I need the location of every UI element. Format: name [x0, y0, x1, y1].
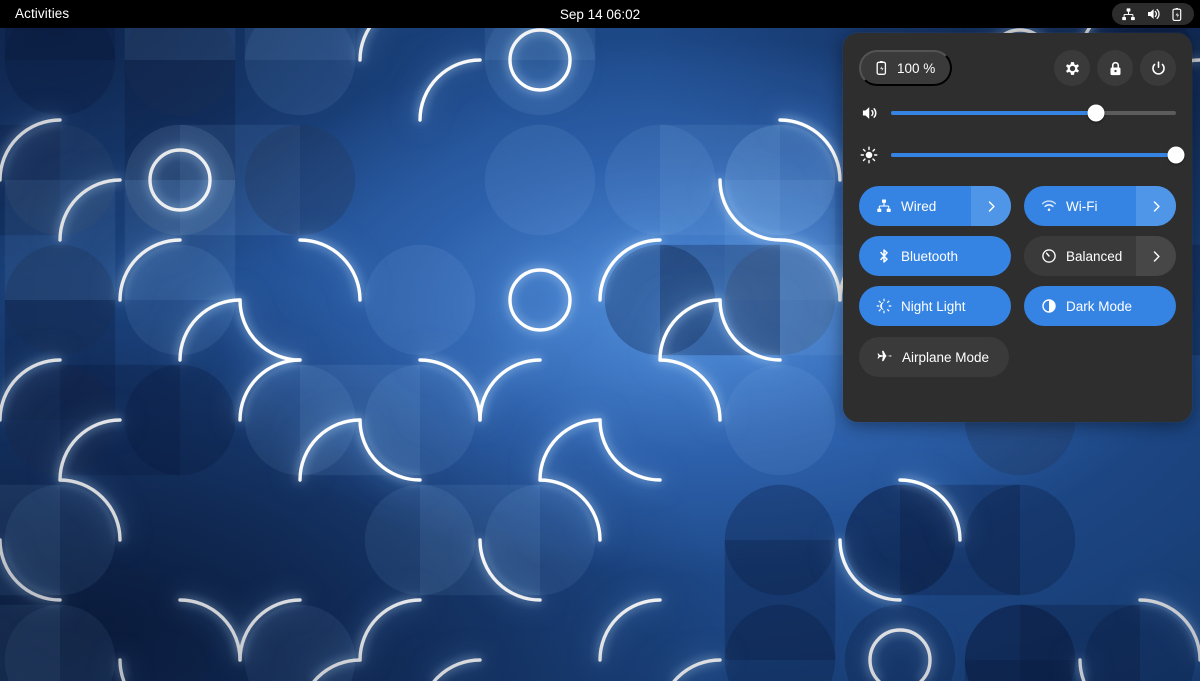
- volume-icon: [859, 104, 879, 122]
- volume-slider-handle[interactable]: [1087, 104, 1105, 122]
- tile-airplane-mode-label: Airplane Mode: [902, 349, 990, 365]
- quick-settings-actions: [1054, 50, 1176, 86]
- tile-power-mode-expand-button[interactable]: [1136, 236, 1176, 276]
- tile-power-mode[interactable]: Balanced: [1024, 236, 1176, 276]
- chevron-right-icon: [985, 200, 998, 213]
- tile-bluetooth-main[interactable]: Bluetooth: [859, 236, 1011, 276]
- tile-wifi-main[interactable]: Wi-Fi: [1024, 186, 1136, 226]
- battery-percentage-button[interactable]: 100 %: [859, 50, 953, 86]
- volume-icon: [1145, 6, 1161, 22]
- wifi-icon: [1041, 198, 1057, 214]
- brightness-slider-fill: [891, 153, 1176, 157]
- lock-icon: [1107, 60, 1124, 77]
- tile-wired-label: Wired: [901, 198, 937, 214]
- battery-percentage-label: 100 %: [897, 60, 936, 76]
- dark-mode-icon: [1041, 298, 1057, 314]
- tile-dark-mode-label: Dark Mode: [1066, 298, 1133, 314]
- top-bar: Activities Sep 14 06:02: [0, 0, 1200, 28]
- clock-button[interactable]: Sep 14 06:02: [552, 0, 648, 28]
- tile-bluetooth[interactable]: Bluetooth: [859, 236, 1011, 276]
- gear-icon: [1064, 60, 1081, 77]
- power-button[interactable]: [1140, 50, 1176, 86]
- tile-night-light-label: Night Light: [901, 298, 966, 314]
- lock-button[interactable]: [1097, 50, 1133, 86]
- tile-wired[interactable]: Wired: [859, 186, 1011, 226]
- volume-slider[interactable]: [859, 96, 1176, 130]
- chevron-right-icon: [1150, 250, 1163, 263]
- chevron-right-icon: [1150, 200, 1163, 213]
- power-icon: [1150, 60, 1167, 77]
- desktop-screen: Activities Sep 14 06:02 100 % Wired Wi-F…: [0, 0, 1200, 681]
- tile-power-mode-main[interactable]: Balanced: [1024, 236, 1136, 276]
- tile-dark-mode-main[interactable]: Dark Mode: [1024, 286, 1176, 326]
- quick-settings-panel: 100 % Wired Wi-Fi Bluetooth Balanced Nig…: [843, 33, 1192, 422]
- brightness-icon: [859, 146, 879, 164]
- airplane-mode-row: Airplane Mode: [859, 337, 1176, 377]
- brightness-slider-handle[interactable]: [1167, 146, 1185, 164]
- wired-network-icon: [876, 198, 892, 214]
- settings-button[interactable]: [1054, 50, 1090, 86]
- tile-wifi-expand-button[interactable]: [1136, 186, 1176, 226]
- tile-wired-main[interactable]: Wired: [859, 186, 971, 226]
- volume-slider-fill: [891, 111, 1097, 115]
- quick-settings-header: 100 %: [859, 48, 1176, 88]
- battery-charging-icon: [874, 60, 890, 76]
- clock-label: Sep 14 06:02: [559, 6, 641, 22]
- tile-night-light-main[interactable]: Night Light: [859, 286, 1011, 326]
- system-indicators-button[interactable]: [1112, 3, 1194, 25]
- tile-wired-expand-button[interactable]: [971, 186, 1011, 226]
- volume-slider-track[interactable]: [891, 104, 1176, 122]
- speedometer-icon: [1041, 248, 1057, 264]
- tile-airplane-mode[interactable]: Airplane Mode: [859, 337, 1010, 377]
- bluetooth-icon: [876, 248, 892, 264]
- quick-settings-tiles: Wired Wi-Fi Bluetooth Balanced Night Lig…: [859, 186, 1176, 326]
- tile-wifi-label: Wi-Fi: [1066, 198, 1098, 214]
- tile-power-mode-label: Balanced: [1066, 248, 1123, 264]
- brightness-slider-track[interactable]: [891, 146, 1185, 164]
- tile-wifi[interactable]: Wi-Fi: [1024, 186, 1176, 226]
- tile-dark-mode[interactable]: Dark Mode: [1024, 286, 1176, 326]
- battery-charging-icon: [1170, 7, 1185, 22]
- activities-button[interactable]: Activities: [6, 4, 78, 24]
- night-light-icon: [876, 298, 892, 314]
- airplane-icon: [876, 349, 893, 366]
- wired-network-icon: [1121, 7, 1136, 22]
- tile-night-light[interactable]: Night Light: [859, 286, 1011, 326]
- tile-bluetooth-label: Bluetooth: [901, 248, 959, 264]
- brightness-slider[interactable]: [859, 138, 1185, 172]
